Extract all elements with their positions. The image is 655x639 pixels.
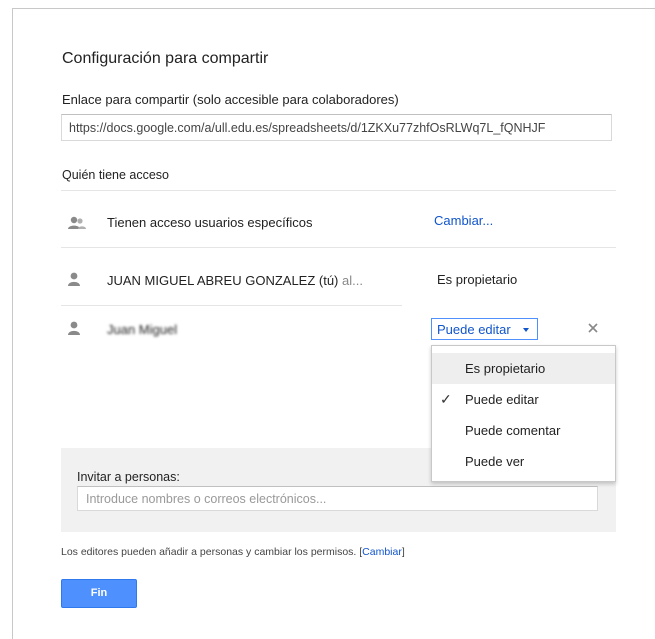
visibility-text: Tienen acceso usuarios específicos	[107, 215, 313, 230]
people-icon	[66, 215, 88, 233]
footer-bracket-close: ]	[401, 546, 405, 558]
divider	[61, 190, 616, 191]
done-button[interactable]: Fin	[61, 579, 137, 608]
role-dropdown-label: Puede editar	[437, 322, 511, 337]
change-visibility-link[interactable]: Cambiar...	[434, 213, 493, 228]
role-option-viewer[interactable]: Puede ver	[432, 446, 615, 477]
role-dropdown-button[interactable]: Puede editar	[431, 318, 538, 340]
share-link-label: Enlace para compartir (solo accesible pa…	[62, 92, 399, 107]
window-top-border	[12, 8, 655, 9]
owner-row: JUAN MIGUEL ABREU GONZALEZ (tú) al...	[107, 273, 363, 288]
access-heading: Quién tiene acceso	[62, 168, 170, 182]
caret-down-icon	[523, 328, 529, 332]
checkmark-icon: ✓	[440, 391, 452, 407]
role-option-editor[interactable]: ✓ Puede editar	[432, 384, 615, 415]
person-icon	[64, 320, 86, 338]
divider	[61, 247, 616, 248]
close-icon[interactable]	[586, 321, 600, 335]
role-menu: Es propietario ✓ Puede editar Puede come…	[431, 345, 616, 482]
owner-email: al...	[342, 273, 363, 288]
share-link-field[interactable]: https://docs.google.com/a/ull.edu.es/spr…	[61, 114, 612, 141]
owner-role-label: Es propietario	[437, 272, 518, 287]
window-left-border	[12, 8, 13, 639]
role-option-label: Es propietario	[465, 361, 546, 376]
invite-input[interactable]	[77, 486, 598, 511]
dialog-title: Configuración para compartir	[62, 50, 269, 67]
invite-label: Invitar a personas:	[77, 470, 180, 484]
role-option-label: Puede comentar	[465, 423, 561, 438]
footer-change-link[interactable]: Cambiar	[362, 546, 402, 558]
role-option-label: Puede editar	[465, 392, 539, 407]
role-option-owner[interactable]: Es propietario	[432, 353, 615, 384]
divider	[61, 305, 402, 306]
role-option-commenter[interactable]: Puede comentar	[432, 415, 615, 446]
owner-name: JUAN MIGUEL ABREU GONZALEZ (tú)	[107, 273, 339, 288]
footer-note-text: Los editores pueden añadir a personas y …	[61, 546, 357, 558]
collaborator-name: Juan Miguel	[107, 322, 178, 337]
role-option-label: Puede ver	[465, 454, 525, 469]
person-icon	[64, 271, 86, 289]
footer-note: Los editores pueden añadir a personas y …	[61, 546, 405, 558]
